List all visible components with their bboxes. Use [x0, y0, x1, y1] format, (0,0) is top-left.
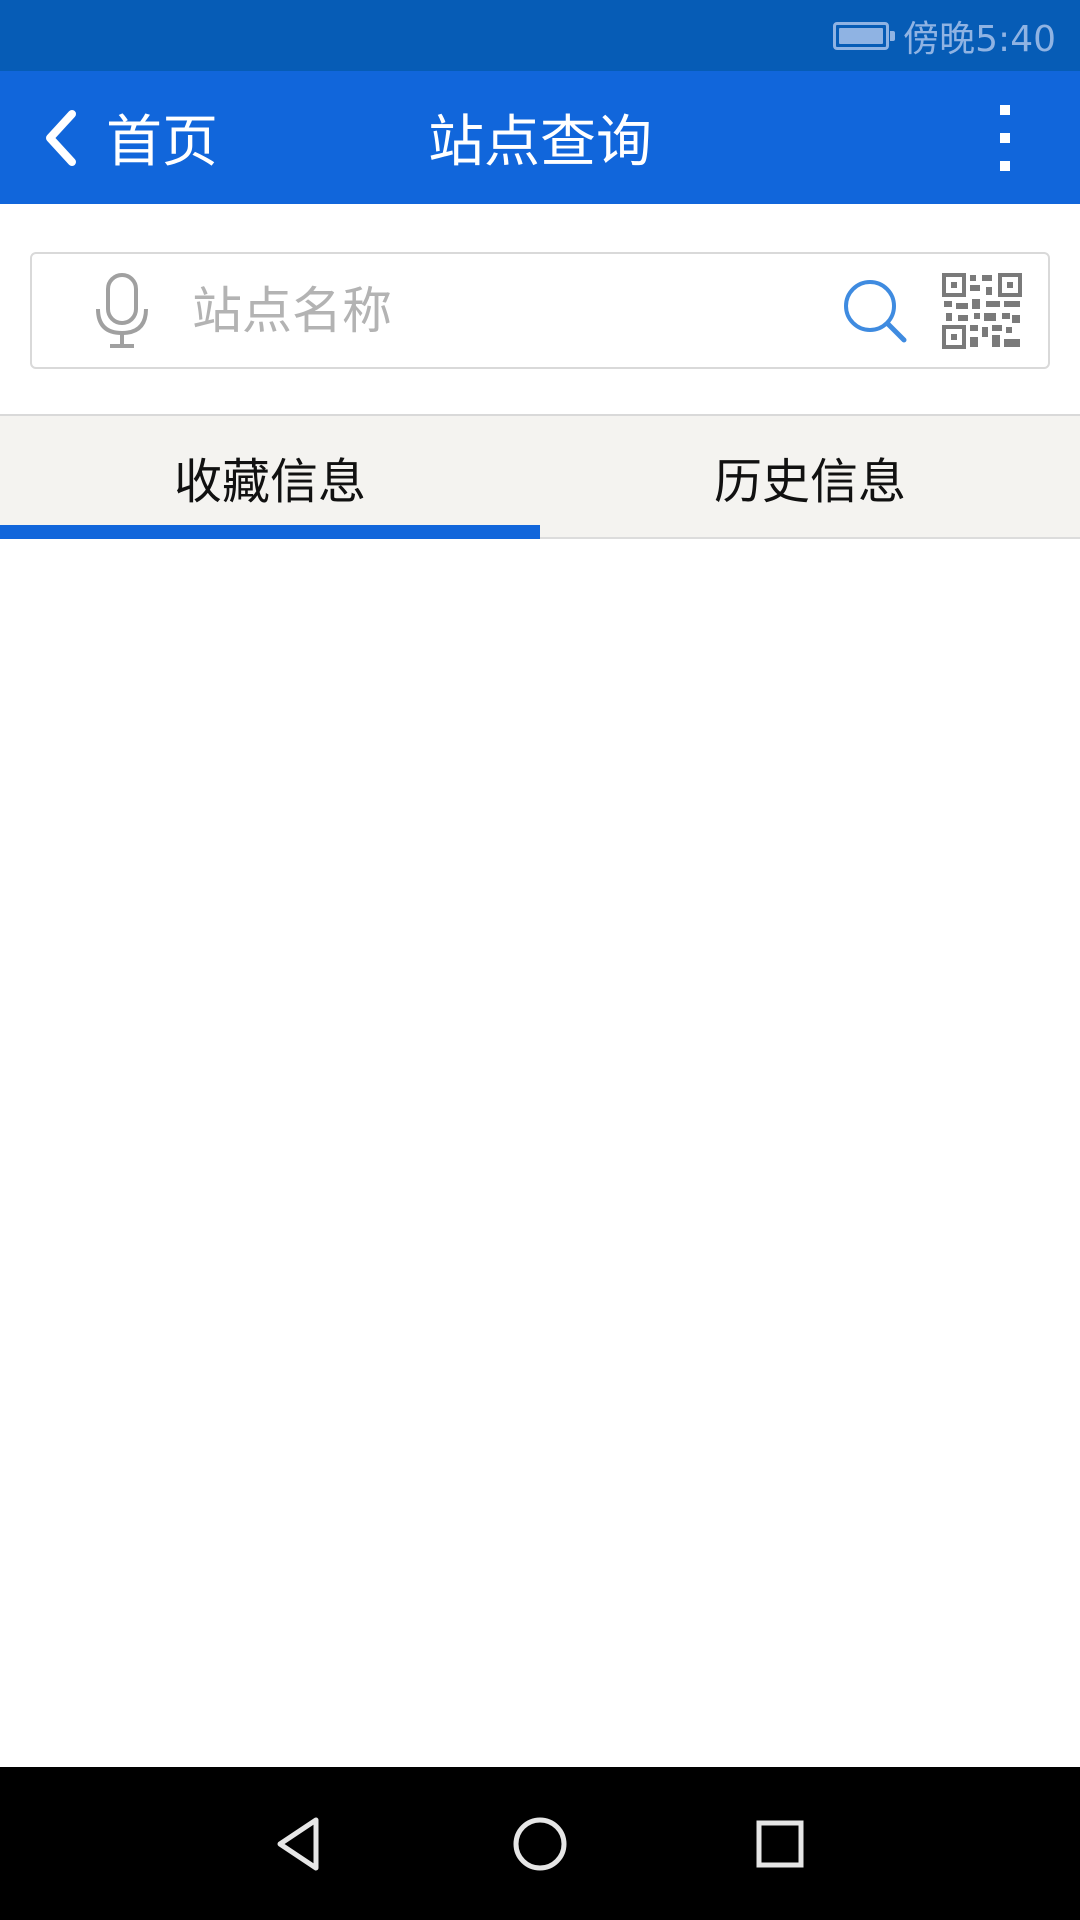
- search-input[interactable]: [152, 254, 842, 367]
- tab-history[interactable]: 历史信息: [540, 416, 1080, 537]
- search-box: [30, 252, 1050, 369]
- content-area: [0, 541, 1080, 1767]
- app-bar: 首页 站点查询: [0, 71, 1080, 204]
- tab-bar: 收藏信息 历史信息: [0, 414, 1080, 539]
- back-button[interactable]: 首页: [40, 71, 218, 204]
- status-time: 傍晚5:40: [903, 18, 1056, 60]
- search-icon[interactable]: [842, 278, 908, 344]
- system-nav-bar: [0, 1767, 1080, 1920]
- tab-favorites-label: 收藏信息: [173, 453, 366, 510]
- nav-home-button[interactable]: [480, 1767, 600, 1920]
- back-label: 首页: [106, 110, 218, 175]
- nav-back-button[interactable]: [240, 1767, 360, 1920]
- nav-recents-button[interactable]: [720, 1767, 840, 1920]
- nav-recents-icon: [756, 1820, 804, 1867]
- more-vertical-icon: [1000, 104, 1010, 171]
- tab-history-label: 历史信息: [713, 453, 906, 510]
- more-button[interactable]: [970, 71, 1040, 204]
- battery-icon: [833, 21, 896, 50]
- tab-selected-indicator: [0, 525, 540, 539]
- chevron-left-icon: [46, 109, 76, 166]
- tab-favorites[interactable]: 收藏信息: [0, 416, 540, 539]
- nav-back-icon: [277, 1817, 319, 1870]
- microphone-icon[interactable]: [92, 272, 152, 349]
- qr-code-icon[interactable]: [942, 272, 1022, 349]
- status-bar: 傍晚5:40: [0, 0, 1080, 71]
- nav-home-icon: [513, 1817, 567, 1870]
